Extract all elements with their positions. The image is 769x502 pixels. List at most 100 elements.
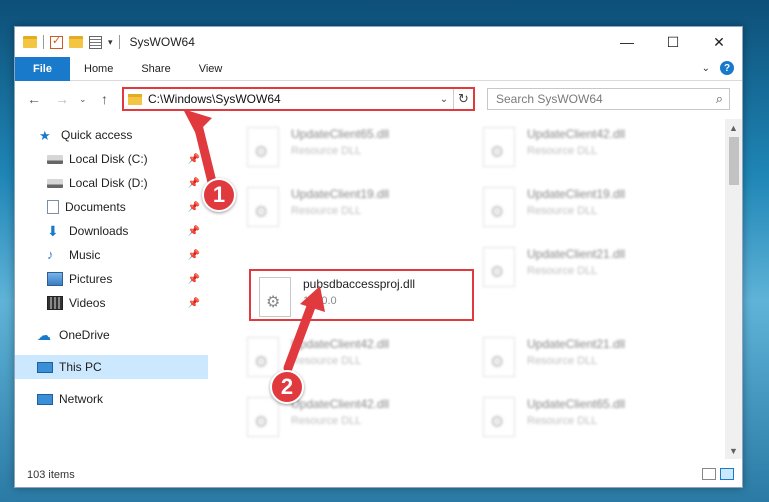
back-arrow-icon[interactable]: ← bbox=[27, 91, 41, 107]
file-item[interactable]: ⚙ UpdateClient19.dll Resource DLL bbox=[239, 181, 464, 233]
file-item[interactable]: ⚙ UpdateClient42.dll Resource DLL bbox=[475, 121, 700, 173]
sidebar-item-local-disk-c[interactable]: Local Disk (C:) 📌 bbox=[15, 147, 208, 171]
sidebar-item-downloads[interactable]: ⬇ Downloads 📌 bbox=[15, 219, 208, 243]
gear-icon: ⚙ bbox=[490, 204, 505, 221]
search-icon[interactable]: ⌕ bbox=[716, 91, 723, 107]
vertical-scrollbar[interactable]: ▲ ▼ bbox=[725, 119, 742, 459]
pin-icon: 📌 bbox=[187, 225, 200, 237]
ribbon-tabs: File Home Share View ⌄ ? bbox=[15, 56, 742, 81]
sidebar-item-onedrive[interactable]: ☁ OneDrive bbox=[15, 323, 208, 347]
sidebar-item-local-disk-d[interactable]: Local Disk (D:) 📌 bbox=[15, 171, 208, 195]
videos-icon bbox=[47, 296, 63, 310]
sidebar-item-quick-access[interactable]: ★ Quick access bbox=[15, 123, 208, 147]
file-item[interactable]: ⚙ UpdateClient65.dll Resource DLL bbox=[475, 391, 700, 443]
search-input[interactable]: Search SysWOW64 ⌕ bbox=[487, 88, 730, 110]
tab-file[interactable]: File bbox=[15, 56, 70, 81]
sidebar-item-label: Network bbox=[59, 392, 104, 406]
file-type: Resource DLL bbox=[291, 205, 362, 217]
sidebar-item-label: Music bbox=[69, 248, 101, 262]
file-name: UpdateClient42.dll bbox=[527, 127, 626, 141]
file-type: Resource DLL bbox=[527, 415, 598, 427]
pin-icon: 📌 bbox=[187, 153, 200, 165]
window-controls: — ☐ ✕ bbox=[604, 27, 742, 57]
file-name: UpdateClient42.dll bbox=[291, 397, 390, 411]
sidebar-item-label: This PC bbox=[59, 360, 102, 374]
file-list: ⚙ UpdateClient65.dll Resource DLL ⚙ Upda… bbox=[211, 119, 727, 459]
refresh-icon[interactable]: ↻ bbox=[453, 89, 473, 109]
pictures-icon bbox=[47, 272, 63, 286]
navigation-pane: ★ Quick access Local Disk (C:) 📌 Local D… bbox=[15, 119, 208, 459]
maximize-button[interactable]: ☐ bbox=[650, 27, 696, 57]
forward-arrow-icon[interactable]: → bbox=[55, 91, 69, 107]
details-view-icon[interactable] bbox=[702, 468, 716, 480]
minimize-button[interactable]: — bbox=[604, 27, 650, 57]
gear-icon: ⚙ bbox=[266, 294, 281, 311]
up-arrow-icon[interactable]: ↑ bbox=[101, 91, 108, 107]
file-type: Resource DLL bbox=[527, 265, 598, 277]
gear-icon: ⚙ bbox=[254, 354, 269, 371]
file-type: Resource DLL bbox=[291, 145, 362, 157]
customize-toolbar-dropdown-icon[interactable]: ▾ bbox=[108, 37, 113, 48]
sidebar-item-network[interactable]: Network bbox=[15, 387, 208, 411]
view-properties-icon[interactable] bbox=[89, 35, 102, 49]
help-icon[interactable]: ? bbox=[720, 61, 734, 75]
dll-file-icon: ⚙ bbox=[247, 187, 279, 227]
scroll-up-icon[interactable]: ▲ bbox=[725, 119, 742, 136]
tab-home[interactable]: Home bbox=[70, 63, 127, 75]
recent-locations-dropdown-icon[interactable]: ⌄ bbox=[79, 94, 87, 105]
file-item[interactable]: ⚙ UpdateClient21.dll Resource DLL bbox=[475, 331, 700, 383]
toolbar-divider bbox=[43, 35, 44, 49]
new-folder-icon[interactable] bbox=[69, 36, 83, 48]
file-type: Resource DLL bbox=[527, 145, 598, 157]
dll-file-icon: ⚙ bbox=[483, 127, 515, 167]
dll-file-icon: ⚙ bbox=[483, 337, 515, 377]
sidebar-item-documents[interactable]: Documents 📌 bbox=[15, 195, 208, 219]
large-icons-view-icon[interactable] bbox=[720, 468, 734, 480]
file-item-pubsdbaccessproj[interactable]: ⚙ pubsdbaccessproj.dll 1.0.0.0 bbox=[249, 269, 474, 321]
address-path[interactable]: C:\Windows\SysWOW64 bbox=[148, 92, 435, 106]
gear-icon: ⚙ bbox=[490, 414, 505, 431]
file-item[interactable]: ⚙ UpdateClient42.dll Resource DLL bbox=[239, 331, 464, 383]
pin-icon: 📌 bbox=[187, 201, 200, 213]
gear-icon: ⚙ bbox=[490, 264, 505, 281]
quick-access-toolbar: ▾ bbox=[15, 34, 120, 49]
file-explorer-window: ▾ SysWOW64 — ☐ ✕ File Home Share View ⌄ … bbox=[14, 26, 743, 488]
title-bar: ▾ SysWOW64 — ☐ ✕ bbox=[15, 27, 742, 57]
sidebar-item-this-pc[interactable]: This PC bbox=[15, 355, 208, 379]
this-pc-monitor-icon bbox=[37, 361, 53, 373]
scroll-down-icon[interactable]: ▼ bbox=[725, 442, 742, 459]
star-icon: ★ bbox=[39, 128, 51, 143]
sidebar-item-label: Pictures bbox=[69, 272, 113, 286]
onedrive-cloud-icon: ☁ bbox=[37, 327, 51, 343]
search-placeholder: Search SysWOW64 bbox=[496, 92, 603, 106]
sidebar-item-label: Local Disk (C:) bbox=[69, 152, 148, 166]
status-bar: 103 items bbox=[15, 463, 742, 487]
address-bar[interactable]: C:\Windows\SysWOW64 ⌄ ↻ bbox=[122, 87, 475, 111]
dll-file-icon: ⚙ bbox=[259, 277, 291, 317]
folder-icon bbox=[128, 93, 142, 105]
tab-share[interactable]: Share bbox=[127, 63, 184, 75]
gear-icon: ⚙ bbox=[490, 354, 505, 371]
address-dropdown-icon[interactable]: ⌄ bbox=[435, 94, 453, 105]
gear-icon: ⚙ bbox=[490, 144, 505, 161]
file-item[interactable]: ⚙ UpdateClient65.dll Resource DLL bbox=[239, 121, 464, 173]
dll-file-icon: ⚙ bbox=[247, 337, 279, 377]
file-name: UpdateClient19.dll bbox=[527, 187, 626, 201]
sidebar-item-label: Videos bbox=[69, 296, 106, 310]
disk-icon bbox=[47, 154, 63, 164]
sidebar-item-pictures[interactable]: Pictures 📌 bbox=[15, 267, 208, 291]
gear-icon: ⚙ bbox=[254, 204, 269, 221]
sidebar-item-label: Local Disk (D:) bbox=[69, 176, 148, 190]
expand-ribbon-chevron-icon[interactable]: ⌄ bbox=[702, 63, 710, 74]
sidebar-item-music[interactable]: ♪ Music 📌 bbox=[15, 243, 208, 267]
close-button[interactable]: ✕ bbox=[696, 27, 742, 57]
file-item[interactable]: ⚙ UpdateClient42.dll Resource DLL bbox=[239, 391, 464, 443]
file-item[interactable]: ⚙ UpdateClient19.dll Resource DLL bbox=[475, 181, 700, 233]
properties-check-icon[interactable] bbox=[50, 34, 63, 49]
file-item[interactable]: ⚙ UpdateClient21.dll Resource DLL bbox=[475, 241, 700, 293]
tab-view[interactable]: View bbox=[185, 63, 237, 75]
scroll-thumb[interactable] bbox=[729, 137, 739, 185]
step-1-callout: 1 bbox=[202, 178, 236, 212]
dll-file-icon: ⚙ bbox=[483, 397, 515, 437]
sidebar-item-videos[interactable]: Videos 📌 bbox=[15, 291, 208, 315]
